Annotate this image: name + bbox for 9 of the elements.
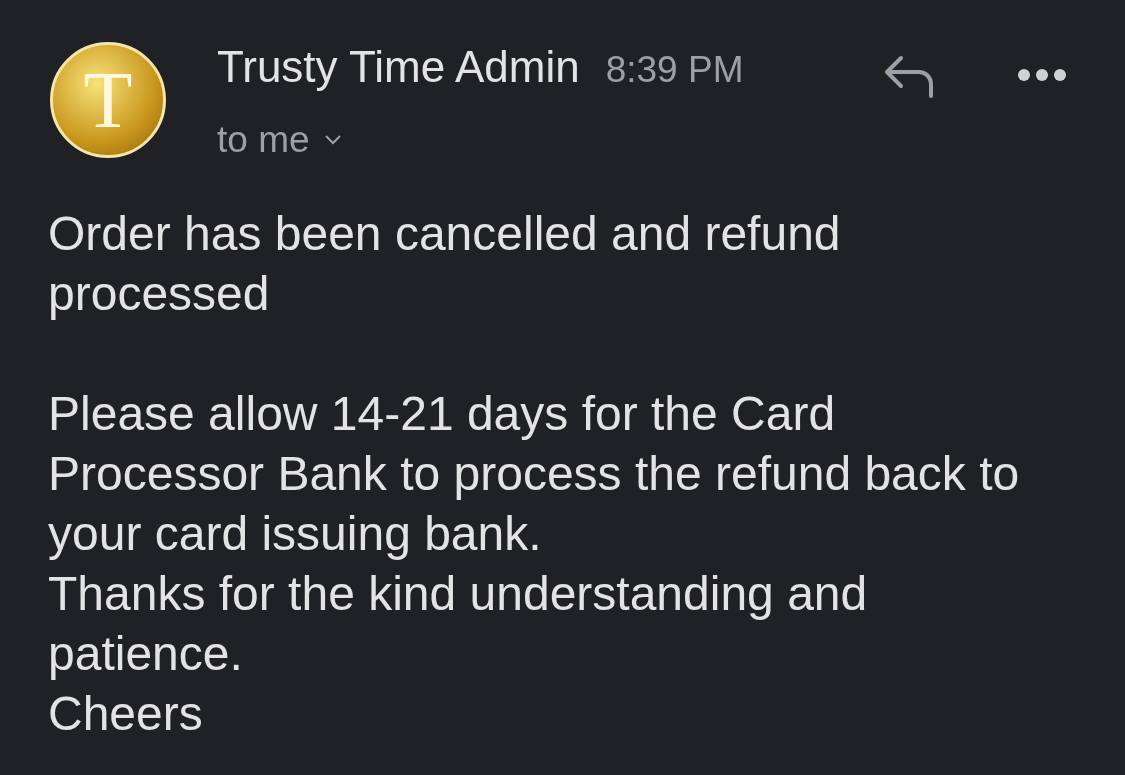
recipient-toggle[interactable]: to me xyxy=(217,119,744,160)
sent-time: 8:39 PM xyxy=(605,48,744,92)
message-paragraph: Cheers xyxy=(48,685,204,742)
more-icon xyxy=(1017,68,1067,82)
message-paragraph: Thanks for the kind understanding and patience. xyxy=(48,565,869,682)
message-paragraph: Please allow 14-21 days for the Card Processor Bank to process the refund back to your card issuing bank. xyxy=(48,385,1021,562)
message-paragraph: Order has been cancelled and refund processed xyxy=(48,205,842,322)
more-button[interactable] xyxy=(1017,68,1067,82)
chevron-down-icon xyxy=(323,133,342,146)
